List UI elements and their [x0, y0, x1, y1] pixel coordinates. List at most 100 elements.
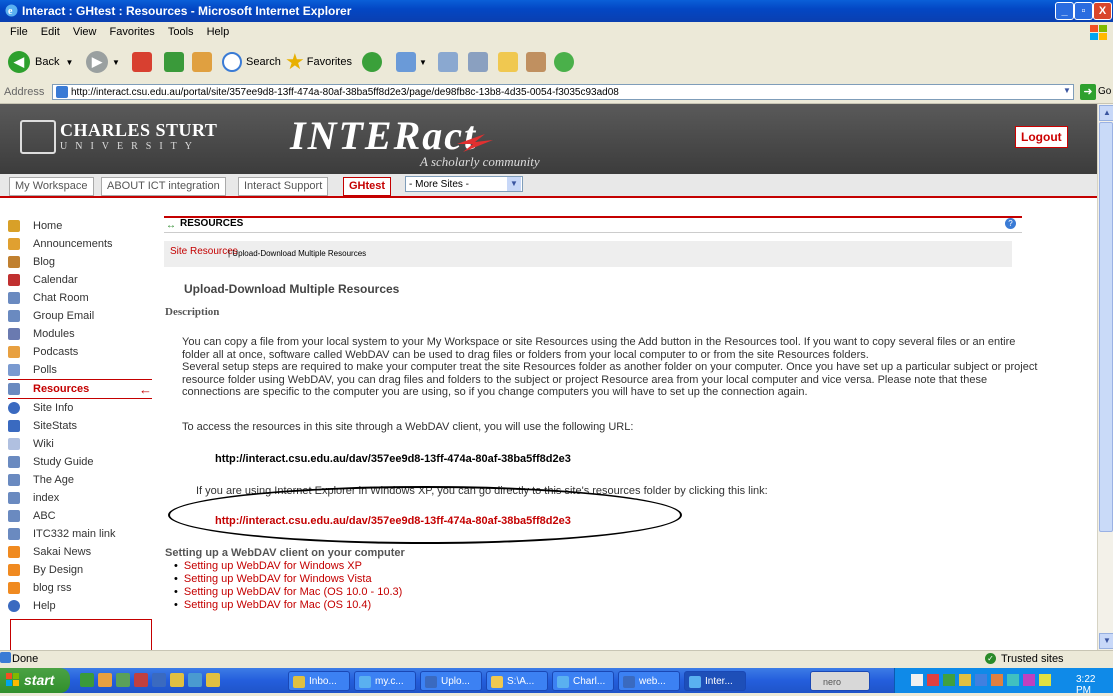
- nav-item-polls[interactable]: Polls: [8, 361, 152, 379]
- search-icon: [222, 52, 242, 72]
- tray-icon[interactable]: [1039, 674, 1051, 686]
- nav-item-home[interactable]: Home: [8, 217, 152, 235]
- edit-button[interactable]: [468, 50, 488, 74]
- tray-icon[interactable]: [1023, 674, 1035, 686]
- window-title-bar[interactable]: e Interact : GHtest : Resources - Micros…: [0, 0, 1113, 22]
- setup-link-mac-10-0[interactable]: Setting up WebDAV for Mac (OS 10.0 - 10.…: [174, 586, 402, 598]
- nav-item-abc[interactable]: ABC: [8, 507, 152, 525]
- print-button[interactable]: [438, 50, 458, 74]
- go-button[interactable]: Go: [1098, 86, 1111, 97]
- mail-icon: [396, 52, 416, 72]
- quicklaunch-icon[interactable]: [134, 673, 148, 687]
- nav-item-blog[interactable]: Blog: [8, 253, 152, 271]
- minimize-button[interactable]: _: [1055, 2, 1074, 20]
- task-s-drive[interactable]: S:\A...: [486, 671, 548, 691]
- address-input[interactable]: http://interact.csu.edu.au/portal/site/3…: [52, 84, 1074, 100]
- email-icon: [8, 310, 20, 322]
- tray-icon[interactable]: [927, 674, 939, 686]
- tab-my-workspace[interactable]: My Workspace: [9, 177, 94, 196]
- folder-button[interactable]: [498, 50, 518, 74]
- nav-item-site-info[interactable]: Site Info: [8, 399, 152, 417]
- nav-item-study-guide[interactable]: Study Guide: [8, 453, 152, 471]
- task-label: S:\A...: [507, 676, 535, 687]
- forward-button[interactable]: ▶ ▼: [86, 50, 120, 74]
- tray-icon[interactable]: [959, 674, 971, 686]
- ie-logo-icon: [359, 676, 371, 688]
- quicklaunch-icon[interactable]: [80, 673, 94, 687]
- tab-ghtest[interactable]: GHtest: [343, 177, 392, 196]
- address-dropdown-icon[interactable]: ▼: [1063, 86, 1071, 95]
- quicklaunch-icon[interactable]: [116, 673, 130, 687]
- mail-button[interactable]: ▼: [396, 50, 427, 74]
- scrollbar-thumb[interactable]: [1099, 122, 1113, 532]
- link-icon: [8, 510, 20, 522]
- menu-tools[interactable]: Tools: [168, 26, 194, 38]
- menu-help[interactable]: Help: [207, 26, 230, 38]
- tray-icon[interactable]: [1007, 674, 1019, 686]
- task-inter[interactable]: Inter...: [684, 671, 746, 691]
- more-sites-select[interactable]: - More Sites -: [405, 176, 523, 192]
- quicklaunch-icon[interactable]: [98, 673, 112, 687]
- scroll-down-icon[interactable]: ▼: [1099, 633, 1113, 649]
- quicklaunch-icon[interactable]: [170, 673, 184, 687]
- tray-icon[interactable]: [911, 674, 923, 686]
- task-web[interactable]: web...: [618, 671, 680, 691]
- nero-toolbar[interactable]: nero: [810, 671, 870, 691]
- close-button[interactable]: X: [1093, 2, 1112, 20]
- nav-item-podcasts[interactable]: Podcasts: [8, 343, 152, 361]
- menu-view[interactable]: View: [73, 26, 97, 38]
- nav-item-blog-rss[interactable]: blog rss: [8, 579, 152, 597]
- favorites-button[interactable]: ★ Favorites: [285, 49, 352, 74]
- nav-item-group-email[interactable]: Group Email: [8, 307, 152, 325]
- nav-item-chat-room[interactable]: Chat Room: [8, 289, 152, 307]
- nav-item-wiki[interactable]: Wiki: [8, 435, 152, 453]
- tab-about-ict[interactable]: ABOUT ICT integration: [101, 177, 226, 196]
- nav-item-resources[interactable]: Resources ←: [8, 379, 152, 399]
- research-button[interactable]: [526, 50, 546, 74]
- quicklaunch-icon[interactable]: [152, 673, 166, 687]
- help-icon[interactable]: ?: [1005, 218, 1016, 229]
- quicklaunch-icon[interactable]: [206, 673, 220, 687]
- task-label: Inbo...: [309, 676, 337, 687]
- menu-favorites[interactable]: Favorites: [110, 26, 155, 38]
- nav-item-modules[interactable]: Modules: [8, 325, 152, 343]
- task-uplo[interactable]: Uplo...: [420, 671, 482, 691]
- menu-edit[interactable]: Edit: [41, 26, 60, 38]
- task-charl[interactable]: Charl...: [552, 671, 614, 691]
- nav-item-sakai-news[interactable]: Sakai News: [8, 543, 152, 561]
- home-button[interactable]: [192, 50, 212, 74]
- search-button[interactable]: Search: [222, 50, 281, 74]
- task-inbox[interactable]: Inbo...: [288, 671, 350, 691]
- bluetooth-icon[interactable]: [975, 674, 987, 686]
- refresh-button[interactable]: [164, 50, 184, 74]
- nav-item-index[interactable]: index: [8, 489, 152, 507]
- stop-button[interactable]: [132, 50, 152, 74]
- go-arrow-icon[interactable]: ➜: [1080, 84, 1096, 100]
- nav-item-itc332[interactable]: ITC332 main link: [8, 525, 152, 543]
- scroll-up-icon[interactable]: ▲: [1099, 105, 1113, 121]
- tray-icon[interactable]: [943, 674, 955, 686]
- task-my-c[interactable]: my.c...: [354, 671, 416, 691]
- logout-button[interactable]: Logout: [1015, 126, 1068, 148]
- back-button[interactable]: ◀ Back ▼: [8, 50, 73, 74]
- messenger-button[interactable]: [554, 50, 574, 74]
- history-button[interactable]: [362, 50, 382, 74]
- nav-item-the-age[interactable]: The Age: [8, 471, 152, 489]
- chevron-down-icon[interactable]: ▼: [507, 177, 521, 191]
- setup-link-mac-10-4[interactable]: Setting up WebDAV for Mac (OS 10.4): [174, 599, 371, 611]
- quicklaunch-icon[interactable]: [188, 673, 202, 687]
- maximize-button[interactable]: ▫: [1074, 2, 1093, 20]
- nav-item-help[interactable]: Help: [8, 597, 152, 615]
- tab-interact-support[interactable]: Interact Support: [238, 177, 329, 196]
- nav-item-sitestats[interactable]: SiteStats: [8, 417, 152, 435]
- menu-file[interactable]: File: [10, 26, 28, 38]
- task-label: web...: [639, 676, 666, 687]
- active-arrow-icon: ←: [139, 381, 152, 397]
- csu-crest-icon: [20, 120, 56, 154]
- setup-link-windows-xp[interactable]: Setting up WebDAV for Windows XP: [174, 560, 362, 572]
- setup-link-windows-vista[interactable]: Setting up WebDAV for Windows Vista: [174, 573, 372, 585]
- nav-item-by-design[interactable]: By Design: [8, 561, 152, 579]
- nav-item-calendar[interactable]: Calendar: [8, 271, 152, 289]
- nav-item-announcements[interactable]: Announcements: [8, 235, 152, 253]
- tray-icon[interactable]: [991, 674, 1003, 686]
